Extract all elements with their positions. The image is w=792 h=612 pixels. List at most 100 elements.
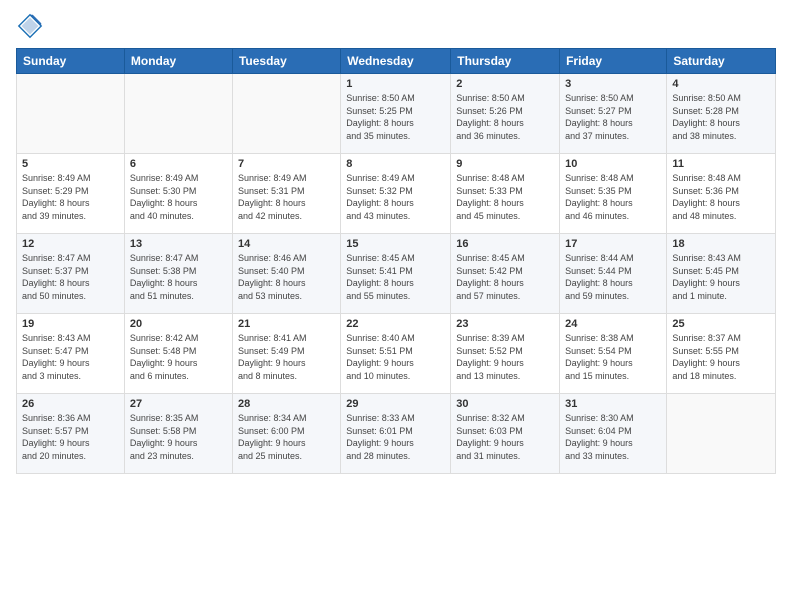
calendar-week-3: 12 Sunrise: 8:47 AM Sunset: 5:37 PM Dayli… (17, 234, 776, 314)
calendar-header-monday: Monday (124, 49, 232, 74)
day-info: Sunrise: 8:30 AM Sunset: 6:04 PM Dayligh… (565, 412, 661, 462)
calendar-cell (124, 74, 232, 154)
calendar-header-saturday: Saturday (667, 49, 776, 74)
calendar-cell: 11 Sunrise: 8:48 AM Sunset: 5:36 PM Dayli… (667, 154, 776, 234)
day-number: 31 (565, 398, 661, 410)
day-info: Sunrise: 8:48 AM Sunset: 5:35 PM Dayligh… (565, 172, 661, 222)
day-info: Sunrise: 8:49 AM Sunset: 5:29 PM Dayligh… (22, 172, 119, 222)
calendar-week-1: 1 Sunrise: 8:50 AM Sunset: 5:25 PM Daylig… (17, 74, 776, 154)
calendar-cell: 31 Sunrise: 8:30 AM Sunset: 6:04 PM Dayli… (560, 394, 667, 474)
calendar-cell: 14 Sunrise: 8:46 AM Sunset: 5:40 PM Dayli… (232, 234, 340, 314)
day-number: 11 (672, 158, 770, 170)
calendar-cell (17, 74, 125, 154)
day-info: Sunrise: 8:41 AM Sunset: 5:49 PM Dayligh… (238, 332, 335, 382)
calendar-cell (667, 394, 776, 474)
day-number: 14 (238, 238, 335, 250)
logo (16, 12, 48, 40)
day-info: Sunrise: 8:43 AM Sunset: 5:45 PM Dayligh… (672, 252, 770, 302)
day-info: Sunrise: 8:50 AM Sunset: 5:27 PM Dayligh… (565, 92, 661, 142)
calendar-header-sunday: Sunday (17, 49, 125, 74)
day-number: 22 (346, 318, 445, 330)
day-number: 1 (346, 78, 445, 90)
day-info: Sunrise: 8:47 AM Sunset: 5:38 PM Dayligh… (130, 252, 227, 302)
calendar-cell: 23Sunrise: 8:39 AM Sunset: 5:52 PM Dayli… (451, 314, 560, 394)
calendar-cell: 1 Sunrise: 8:50 AM Sunset: 5:25 PM Daylig… (341, 74, 451, 154)
day-info: Sunrise: 8:49 AM Sunset: 5:30 PM Dayligh… (130, 172, 227, 222)
day-number: 3 (565, 78, 661, 90)
calendar-cell: 4Sunrise: 8:50 AM Sunset: 5:28 PM Daylig… (667, 74, 776, 154)
day-number: 28 (238, 398, 335, 410)
calendar-cell: 30 Sunrise: 8:32 AM Sunset: 6:03 PM Dayli… (451, 394, 560, 474)
day-info: Sunrise: 8:40 AM Sunset: 5:51 PM Dayligh… (346, 332, 445, 382)
day-info: Sunrise: 8:50 AM Sunset: 5:25 PM Dayligh… (346, 92, 445, 142)
day-info: Sunrise: 8:50 AM Sunset: 5:26 PM Dayligh… (456, 92, 554, 142)
day-number: 25 (672, 318, 770, 330)
day-info: Sunrise: 8:35 AM Sunset: 5:58 PM Dayligh… (130, 412, 227, 462)
day-number: 7 (238, 158, 335, 170)
day-info: Sunrise: 8:49 AM Sunset: 5:31 PM Dayligh… (238, 172, 335, 222)
calendar-week-5: 26 Sunrise: 8:36 AM Sunset: 5:57 PM Dayli… (17, 394, 776, 474)
calendar-header-friday: Friday (560, 49, 667, 74)
day-info: Sunrise: 8:36 AM Sunset: 5:57 PM Dayligh… (22, 412, 119, 462)
calendar-cell: 19 Sunrise: 8:43 AM Sunset: 5:47 PM Dayli… (17, 314, 125, 394)
day-number: 12 (22, 238, 119, 250)
calendar-cell: 26 Sunrise: 8:36 AM Sunset: 5:57 PM Dayli… (17, 394, 125, 474)
day-number: 8 (346, 158, 445, 170)
day-info: Sunrise: 8:34 AM Sunset: 6:00 PM Dayligh… (238, 412, 335, 462)
calendar-cell: 9 Sunrise: 8:48 AM Sunset: 5:33 PM Daylig… (451, 154, 560, 234)
calendar-cell: 25 Sunrise: 8:37 AM Sunset: 5:55 PM Dayli… (667, 314, 776, 394)
day-number: 15 (346, 238, 445, 250)
calendar-cell: 15 Sunrise: 8:45 AM Sunset: 5:41 PM Dayli… (341, 234, 451, 314)
calendar-cell: 6 Sunrise: 8:49 AM Sunset: 5:30 PM Daylig… (124, 154, 232, 234)
calendar-cell: 5Sunrise: 8:49 AM Sunset: 5:29 PM Daylig… (17, 154, 125, 234)
calendar-cell: 17Sunrise: 8:44 AM Sunset: 5:44 PM Dayli… (560, 234, 667, 314)
day-info: Sunrise: 8:46 AM Sunset: 5:40 PM Dayligh… (238, 252, 335, 302)
day-info: Sunrise: 8:48 AM Sunset: 5:33 PM Dayligh… (456, 172, 554, 222)
day-number: 10 (565, 158, 661, 170)
day-number: 6 (130, 158, 227, 170)
day-info: Sunrise: 8:48 AM Sunset: 5:36 PM Dayligh… (672, 172, 770, 222)
day-number: 19 (22, 318, 119, 330)
calendar-cell: 24Sunrise: 8:38 AM Sunset: 5:54 PM Dayli… (560, 314, 667, 394)
day-info: Sunrise: 8:47 AM Sunset: 5:37 PM Dayligh… (22, 252, 119, 302)
day-info: Sunrise: 8:37 AM Sunset: 5:55 PM Dayligh… (672, 332, 770, 382)
day-number: 20 (130, 318, 227, 330)
day-number: 16 (456, 238, 554, 250)
calendar-cell: 20 Sunrise: 8:42 AM Sunset: 5:48 PM Dayli… (124, 314, 232, 394)
calendar-cell: 16Sunrise: 8:45 AM Sunset: 5:42 PM Dayli… (451, 234, 560, 314)
day-number: 17 (565, 238, 661, 250)
calendar-week-2: 5Sunrise: 8:49 AM Sunset: 5:29 PM Daylig… (17, 154, 776, 234)
calendar-cell: 12 Sunrise: 8:47 AM Sunset: 5:37 PM Dayli… (17, 234, 125, 314)
day-info: Sunrise: 8:42 AM Sunset: 5:48 PM Dayligh… (130, 332, 227, 382)
day-info: Sunrise: 8:49 AM Sunset: 5:32 PM Dayligh… (346, 172, 445, 222)
calendar-cell: 29Sunrise: 8:33 AM Sunset: 6:01 PM Dayli… (341, 394, 451, 474)
calendar-cell: 13 Sunrise: 8:47 AM Sunset: 5:38 PM Dayli… (124, 234, 232, 314)
calendar-cell: 21Sunrise: 8:41 AM Sunset: 5:49 PM Dayli… (232, 314, 340, 394)
calendar-header-thursday: Thursday (451, 49, 560, 74)
day-number: 2 (456, 78, 554, 90)
calendar-header-wednesday: Wednesday (341, 49, 451, 74)
day-number: 30 (456, 398, 554, 410)
day-info: Sunrise: 8:43 AM Sunset: 5:47 PM Dayligh… (22, 332, 119, 382)
calendar-cell: 2 Sunrise: 8:50 AM Sunset: 5:26 PM Daylig… (451, 74, 560, 154)
calendar-cell (232, 74, 340, 154)
calendar-cell: 28 Sunrise: 8:34 AM Sunset: 6:00 PM Dayli… (232, 394, 340, 474)
calendar-cell: 10 Sunrise: 8:48 AM Sunset: 5:35 PM Dayli… (560, 154, 667, 234)
day-number: 13 (130, 238, 227, 250)
calendar-cell: 18Sunrise: 8:43 AM Sunset: 5:45 PM Dayli… (667, 234, 776, 314)
calendar-cell: 22 Sunrise: 8:40 AM Sunset: 5:51 PM Dayli… (341, 314, 451, 394)
day-number: 26 (22, 398, 119, 410)
day-number: 27 (130, 398, 227, 410)
day-number: 29 (346, 398, 445, 410)
day-info: Sunrise: 8:32 AM Sunset: 6:03 PM Dayligh… (456, 412, 554, 462)
calendar-cell: 27 Sunrise: 8:35 AM Sunset: 5:58 PM Dayli… (124, 394, 232, 474)
day-info: Sunrise: 8:38 AM Sunset: 5:54 PM Dayligh… (565, 332, 661, 382)
day-info: Sunrise: 8:45 AM Sunset: 5:41 PM Dayligh… (346, 252, 445, 302)
page-header (16, 12, 776, 40)
calendar-week-4: 19 Sunrise: 8:43 AM Sunset: 5:47 PM Dayli… (17, 314, 776, 394)
page-container: SundayMondayTuesdayWednesdayThursdayFrid… (0, 0, 792, 482)
calendar-cell: 3 Sunrise: 8:50 AM Sunset: 5:27 PM Daylig… (560, 74, 667, 154)
day-number: 4 (672, 78, 770, 90)
day-number: 9 (456, 158, 554, 170)
logo-icon (16, 12, 44, 40)
